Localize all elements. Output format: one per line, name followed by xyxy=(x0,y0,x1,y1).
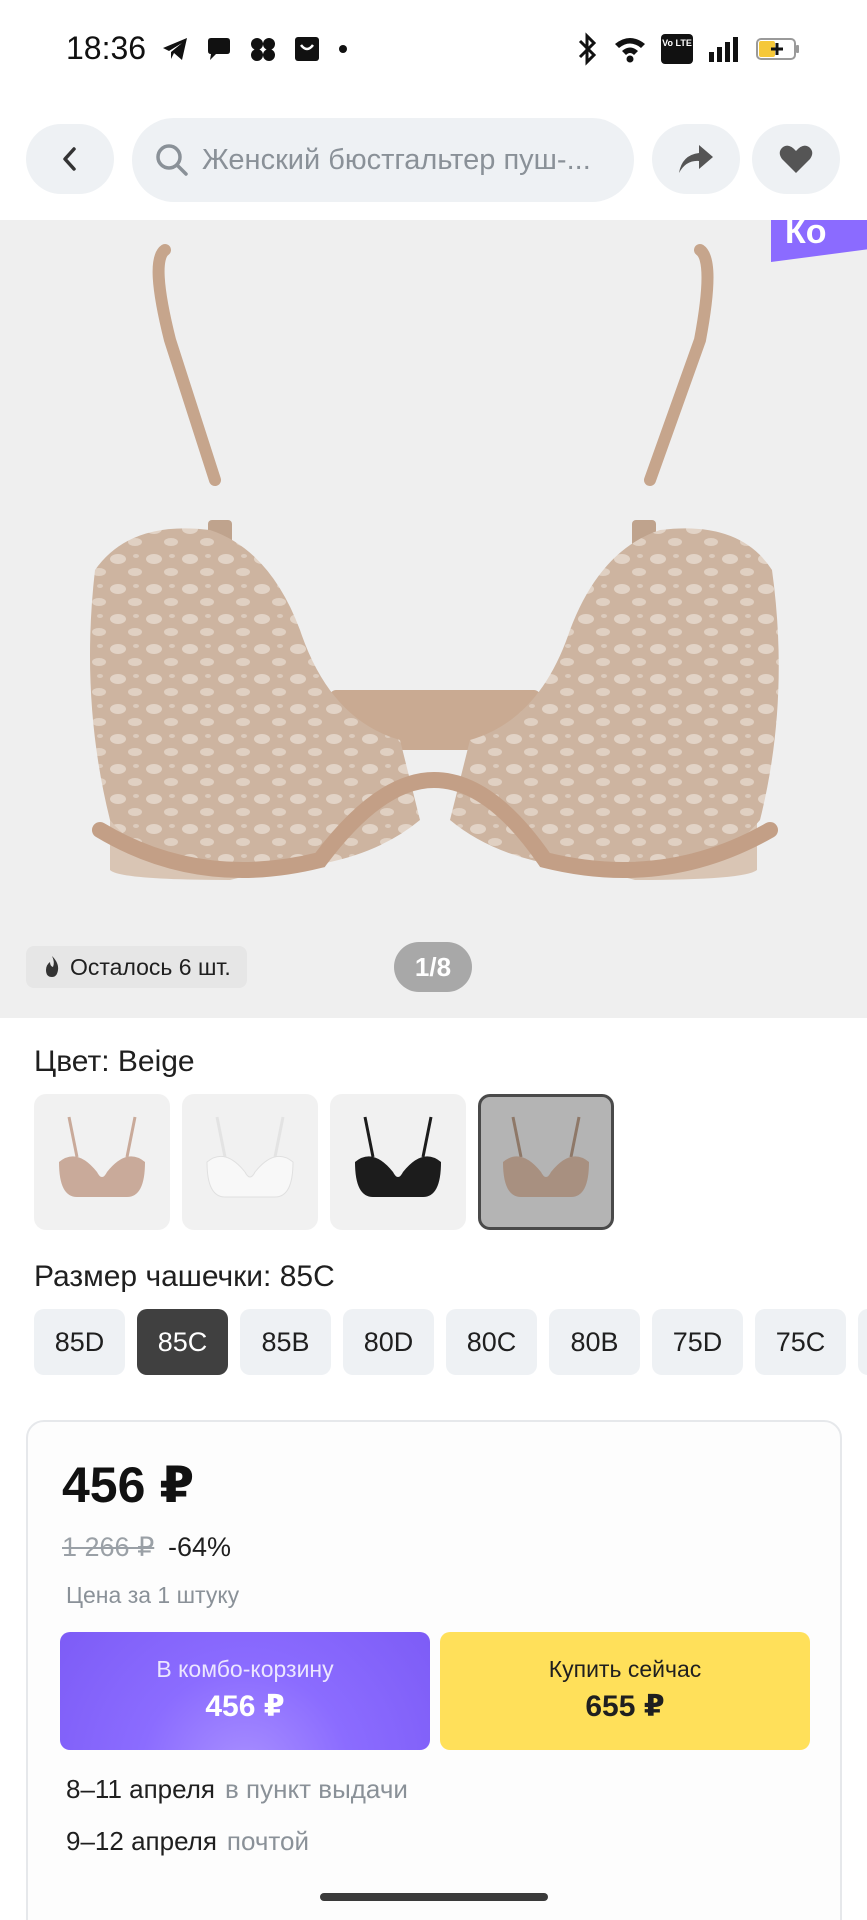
search-query-text: Женский бюстгальтер пуш-... xyxy=(202,143,591,176)
color-swatches xyxy=(34,1094,614,1230)
status-time: 18:36 xyxy=(66,30,147,66)
heart-icon xyxy=(779,145,813,173)
size-options: 85D 85C 85B 80D 80C 80B 75D 75C xyxy=(34,1309,867,1375)
delivery-method: в пункт выдачи xyxy=(224,1774,408,1804)
swatch-thumbnail xyxy=(59,1116,145,1197)
color-swatch-black[interactable] xyxy=(330,1094,466,1230)
signal-icon xyxy=(709,37,738,62)
status-system-icons: Vo LTE xyxy=(575,32,801,66)
size-option-selected[interactable]: 85C xyxy=(137,1309,228,1375)
fire-icon xyxy=(46,956,59,977)
battery-icon xyxy=(756,38,799,60)
size-option[interactable]: 75C xyxy=(755,1309,846,1375)
chat-icon xyxy=(208,38,230,60)
swatch-thumbnail xyxy=(206,1116,294,1198)
volte-icon: Vo LTE xyxy=(661,34,693,64)
add-to-combo-cart-button[interactable]: В комбо-корзину 456 ₽ xyxy=(60,1632,430,1750)
old-price: 1 266 ₽ xyxy=(62,1532,155,1562)
size-option[interactable]: 85D xyxy=(34,1309,125,1375)
app-icon xyxy=(251,38,275,61)
favorite-button[interactable] xyxy=(752,124,840,194)
swatch-thumbnail xyxy=(503,1116,589,1197)
search-input[interactable]: Женский бюстгальтер пуш-... xyxy=(132,118,634,202)
delivery-option[interactable]: 8–11 апреля в пункт выдачи xyxy=(66,1774,408,1805)
size-option[interactable]: 80B xyxy=(549,1309,640,1375)
delivery-dates: 8–11 апреля xyxy=(66,1774,215,1804)
delivery-dates: 9–12 апреля xyxy=(66,1826,217,1856)
color-swatch-white[interactable] xyxy=(182,1094,318,1230)
combo-button-price: 456 ₽ xyxy=(205,1690,285,1723)
swatch-thumbnail xyxy=(355,1116,441,1197)
color-swatch-beige-lace[interactable] xyxy=(34,1094,170,1230)
combo-button-label: В комбо-корзину xyxy=(156,1656,334,1682)
size-option[interactable]: 85B xyxy=(240,1309,331,1375)
size-option[interactable]: 75D xyxy=(652,1309,743,1375)
bluetooth-icon xyxy=(578,32,597,66)
home-indicator[interactable] xyxy=(320,1893,548,1901)
price-card: 456 ₽ 1 266 ₽ -64% Цена за 1 штуку В ком… xyxy=(26,1420,842,1920)
current-price: 456 ₽ xyxy=(62,1457,195,1513)
stock-text: Осталось 6 шт. xyxy=(70,953,231,980)
top-navigation: Женский бюстгальтер пуш-... xyxy=(0,110,867,210)
chevron-left-icon xyxy=(63,147,76,171)
telegram-icon xyxy=(163,38,187,60)
color-swatch-beige-selected[interactable] xyxy=(478,1094,614,1230)
image-page-indicator: 1/8 xyxy=(394,942,472,992)
discount-percent: -64% xyxy=(168,1532,232,1562)
size-option-partial[interactable] xyxy=(858,1309,867,1375)
buy-button-label: Купить сейчас xyxy=(548,1656,702,1682)
buy-button-price: 655 ₽ xyxy=(585,1690,665,1723)
status-app-icons xyxy=(160,34,350,64)
delivery-method: почтой xyxy=(226,1826,310,1856)
back-button[interactable] xyxy=(26,124,114,194)
share-button[interactable] xyxy=(652,124,740,194)
buy-now-button[interactable]: Купить сейчас 655 ₽ xyxy=(440,1632,810,1750)
delivery-option[interactable]: 9–12 апреля почтой xyxy=(66,1826,309,1857)
size-option[interactable]: 80C xyxy=(446,1309,537,1375)
cup-size-label: Размер чашечки: 85C xyxy=(34,1260,335,1293)
product-gallery[interactable]: Ко Осталось 6 шт. 1/8 xyxy=(0,220,867,1018)
share-icon xyxy=(679,145,713,173)
size-option[interactable]: 80D xyxy=(343,1309,434,1375)
search-icon xyxy=(156,144,188,176)
unit-price-note: Цена за 1 штуку xyxy=(66,1582,240,1608)
stock-badge: Осталось 6 шт. xyxy=(26,946,247,988)
wifi-icon xyxy=(615,38,645,63)
dot-icon xyxy=(339,45,347,53)
product-image xyxy=(90,244,779,880)
status-bar: 18:36 Vo LTE xyxy=(0,0,867,100)
shopping-bag-icon xyxy=(295,37,319,61)
color-label: Цвет: Beige xyxy=(34,1045,195,1078)
